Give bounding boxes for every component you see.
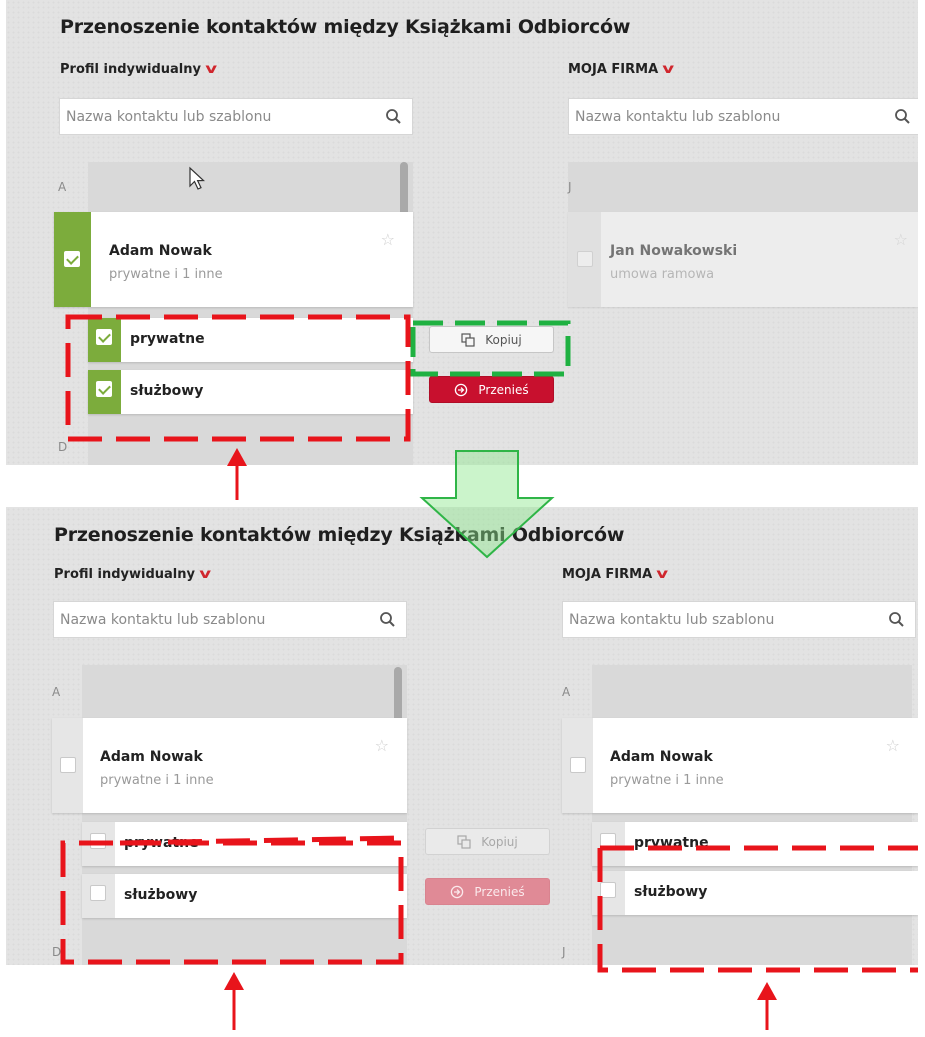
section-letter: A: [562, 685, 571, 699]
right-profile-selector[interactable]: MOJA FIRMA v: [562, 567, 669, 582]
right-search-box[interactable]: [562, 601, 916, 638]
section-letter: J: [562, 945, 566, 959]
subgroup-name: służbowy: [124, 887, 198, 903]
arrow-up-head: [757, 982, 777, 1000]
subgroup-name: służbowy: [634, 884, 708, 900]
left-profile-selector[interactable]: Profil indywidualny v: [60, 62, 218, 77]
subgroup-name: służbowy: [130, 383, 204, 399]
subgroup-row[interactable]: prywatne: [88, 318, 413, 362]
copy-button[interactable]: Kopiuj: [429, 326, 554, 353]
page-title: Przenoszenie kontaktów między Książkami …: [54, 524, 625, 546]
subgroup-checkbox[interactable]: [600, 882, 616, 898]
contact-card[interactable]: Jan Nowakowski umowa ramowa ☆: [568, 212, 918, 307]
screenshot-after: Przenoszenie kontaktów między Książkami …: [6, 507, 918, 965]
right-profile-label: MOJA FIRMA: [568, 62, 659, 77]
star-icon[interactable]: ☆: [381, 230, 395, 249]
move-button-label: Przenieś: [478, 382, 529, 397]
search-icon[interactable]: [379, 611, 396, 628]
left-contact-list: [88, 162, 413, 465]
contact-groups: prywatne i 1 inne: [100, 773, 214, 788]
contact-group-tag: prywatne: [100, 773, 162, 788]
arrow-right-circle-icon: [455, 383, 468, 396]
subgroup-row[interactable]: prywatne: [592, 822, 918, 866]
subgroup-row[interactable]: służbowy: [88, 370, 413, 414]
chevron-down-icon: v: [656, 567, 669, 582]
chevron-down-icon: v: [199, 567, 212, 582]
subgroup-name: prywatne: [130, 331, 205, 347]
screenshot-before: Przenoszenie kontaktów między Książkami …: [6, 0, 918, 465]
contact-name: Adam Nowak: [100, 749, 203, 765]
contact-name: Jan Nowakowski: [610, 243, 738, 259]
left-search-input[interactable]: [60, 611, 355, 628]
move-button[interactable]: Przenieś: [425, 878, 550, 905]
move-button-label: Przenieś: [474, 884, 525, 899]
left-profile-selector[interactable]: Profil indywidualny v: [54, 567, 212, 582]
subgroup-checkbox[interactable]: [600, 833, 616, 849]
move-button[interactable]: Przenieś: [429, 376, 554, 403]
right-search-input[interactable]: [575, 108, 870, 125]
contact-groups: umowa ramowa: [610, 267, 715, 282]
arrow-up-head: [224, 972, 244, 990]
section-letter: J: [568, 180, 572, 194]
chevron-down-icon: v: [662, 62, 675, 77]
contact-card[interactable]: Adam Nowak prywatne i 1 inne ☆: [52, 718, 407, 813]
subgroup-row[interactable]: służbowy: [592, 871, 918, 915]
contact-groups: prywatne i 1 inne: [109, 267, 223, 282]
right-profile-label: MOJA FIRMA: [562, 567, 653, 582]
contact-group-more: i 1 inne: [174, 267, 223, 282]
subgroup-name: prywatne: [124, 835, 199, 851]
contact-group-more: i 1 inne: [675, 773, 724, 788]
contact-groups: prywatne i 1 inne: [610, 773, 724, 788]
search-icon[interactable]: [888, 611, 905, 628]
contact-checkbox[interactable]: [60, 757, 76, 773]
section-letter: D: [58, 440, 68, 454]
star-icon[interactable]: ☆: [886, 736, 900, 755]
copy-button-label: Kopiuj: [481, 834, 518, 849]
contact-group-tag: prywatne: [610, 773, 672, 788]
contact-checkbox[interactable]: [64, 251, 80, 267]
left-profile-label: Profil indywidualny: [54, 567, 195, 582]
subgroup-row[interactable]: prywatne: [82, 822, 407, 866]
subgroup-name: prywatne: [634, 835, 709, 851]
section-letter: A: [52, 685, 61, 699]
contact-group-more: i 1 inne: [165, 773, 214, 788]
subgroup-checkbox[interactable]: [96, 329, 112, 345]
copy-button-label: Kopiuj: [485, 332, 522, 347]
star-icon[interactable]: ☆: [375, 736, 389, 755]
contact-card[interactable]: Adam Nowak prywatne i 1 inne ☆: [562, 718, 918, 813]
search-icon[interactable]: [894, 108, 911, 125]
left-search-box[interactable]: [53, 601, 407, 638]
subgroup-checkbox[interactable]: [96, 381, 112, 397]
right-search-box[interactable]: [568, 98, 918, 135]
left-search-box[interactable]: [59, 98, 413, 135]
mouse-cursor-icon: [189, 166, 206, 190]
right-contact-list: [592, 665, 912, 965]
contact-group-tag: prywatne: [109, 267, 171, 282]
contact-checkbox[interactable]: [577, 251, 593, 267]
arrow-right-circle-icon: [451, 885, 464, 898]
section-letter: D: [52, 945, 62, 959]
star-icon[interactable]: ☆: [894, 230, 908, 249]
subgroup-checkbox[interactable]: [90, 885, 106, 901]
section-letter: A: [58, 180, 67, 194]
contact-name: Adam Nowak: [610, 749, 713, 765]
subgroup-checkbox[interactable]: [90, 833, 106, 849]
copy-icon: [457, 834, 471, 849]
right-search-input[interactable]: [569, 611, 864, 628]
copy-button[interactable]: Kopiuj: [425, 828, 550, 855]
chevron-down-icon: v: [205, 62, 218, 77]
left-profile-label: Profil indywidualny: [60, 62, 201, 77]
page-title: Przenoszenie kontaktów między Książkami …: [60, 16, 631, 38]
right-profile-selector[interactable]: MOJA FIRMA v: [568, 62, 675, 77]
left-contact-list: [82, 665, 407, 965]
contact-name: Adam Nowak: [109, 243, 212, 259]
copy-icon: [461, 332, 475, 347]
subgroup-row[interactable]: służbowy: [82, 874, 407, 918]
left-search-input[interactable]: [66, 108, 361, 125]
contact-card[interactable]: Adam Nowak prywatne i 1 inne ☆: [54, 212, 413, 307]
contact-checkbox[interactable]: [570, 757, 586, 773]
search-icon[interactable]: [385, 108, 402, 125]
